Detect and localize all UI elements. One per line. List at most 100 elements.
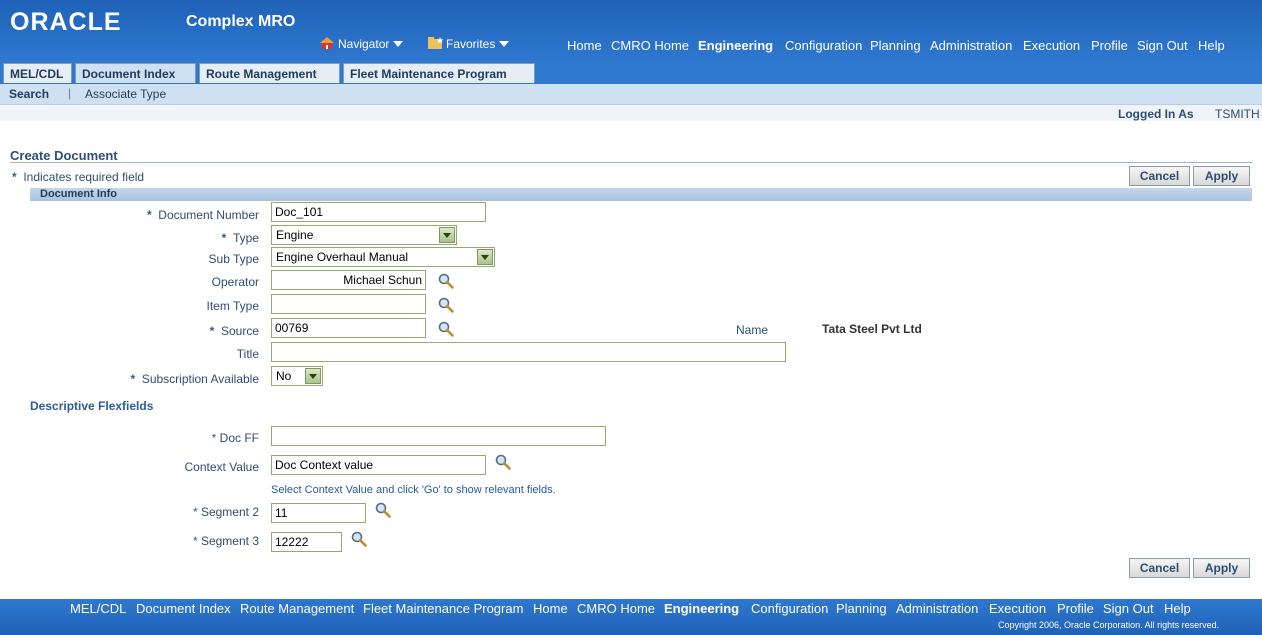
global-link-execution[interactable]: Execution [1023, 38, 1080, 53]
source-label-text: Source [220, 324, 259, 338]
footer-link-planning[interactable]: Planning [836, 601, 887, 616]
favorites-label: Favorites [446, 37, 496, 51]
global-link-sign-out[interactable]: Sign Out [1137, 38, 1188, 53]
search-icon[interactable] [375, 502, 391, 518]
footer-link-route-management[interactable]: Route Management [240, 601, 354, 616]
footer-link-administration[interactable]: Administration [896, 601, 978, 616]
operator-input[interactable]: Michael Schun [271, 270, 426, 290]
cancel-button-bottom[interactable]: Cancel [1129, 558, 1190, 578]
document-number-input[interactable]: Doc_101 [271, 202, 486, 222]
required-star: * [130, 372, 136, 386]
doc-ff-label: * Doc FF [212, 431, 259, 445]
title-input[interactable] [271, 342, 786, 362]
global-link-home[interactable]: Home [567, 38, 602, 53]
search-icon[interactable] [438, 321, 454, 337]
cancel-button-top[interactable]: Cancel [1129, 166, 1190, 186]
sub-type-select[interactable]: Engine Overhaul Manual [271, 247, 495, 267]
footer-link-configuration[interactable]: Configuration [751, 601, 828, 616]
footer-link-engineering[interactable]: Engineering [664, 601, 739, 616]
search-icon[interactable] [438, 273, 454, 289]
segment-3-input[interactable]: 12222 [271, 532, 342, 552]
logged-in-user: TSMITH [1215, 107, 1260, 121]
document-number-label: * Document Number [147, 208, 259, 222]
navigator-label: Navigator [338, 37, 390, 51]
chevron-down-icon [477, 249, 493, 265]
item-type-input[interactable] [271, 294, 426, 314]
global-link-configuration[interactable]: Configuration [785, 38, 862, 53]
footer-link-fleet-maintenance-program[interactable]: Fleet Maintenance Program [363, 601, 523, 616]
required-star: * [209, 324, 215, 338]
chevron-down-icon [393, 41, 404, 47]
required-star: * [146, 208, 152, 222]
navigator-menu[interactable]: Navigator [320, 37, 404, 51]
footer-link-home[interactable]: Home [533, 601, 568, 616]
chevron-down-icon [499, 41, 510, 47]
segment-2-label: * Segment 2 [193, 505, 259, 519]
context-value-input[interactable]: Doc Context value [271, 455, 486, 475]
source-label: * Source [210, 324, 259, 338]
app-name: Complex MRO [186, 13, 296, 30]
segment-2-input[interactable]: 11 [271, 503, 366, 523]
subtab-separator: | [68, 86, 72, 100]
operator-label: Operator [211, 275, 259, 289]
sub-type-label: Sub Type [208, 252, 259, 266]
source-input[interactable]: 00769 [271, 318, 426, 338]
footer-link-cmro-home[interactable]: CMRO Home [577, 601, 655, 616]
item-type-label: Item Type [206, 299, 259, 313]
global-link-cmro-home[interactable]: CMRO Home [611, 38, 689, 53]
document-number-label-text: Document Number [158, 208, 259, 222]
search-icon[interactable] [351, 531, 367, 547]
tab-route-management[interactable]: Route Management [199, 63, 340, 83]
segment-3-label: * Segment 3 [193, 534, 259, 548]
footer-link-execution[interactable]: Execution [989, 601, 1046, 616]
context-value-label: Context Value [184, 460, 260, 474]
required-star: * [211, 431, 217, 445]
apply-button-bottom[interactable]: Apply [1193, 558, 1250, 578]
title-divider [10, 162, 1252, 163]
global-link-administration[interactable]: Administration [930, 38, 1012, 53]
required-note-text: Indicates required field [23, 170, 145, 184]
document-info-header [30, 188, 1252, 201]
tab-document-index[interactable]: Document Index [75, 63, 196, 83]
search-icon[interactable] [438, 297, 454, 313]
home-icon [320, 37, 334, 49]
doc-ff-label-text: Doc FF [219, 431, 259, 445]
chevron-down-icon [305, 368, 321, 384]
search-icon[interactable] [495, 454, 511, 470]
global-link-help[interactable]: Help [1198, 38, 1225, 53]
subtab-associate-type[interactable]: Associate Type [85, 87, 166, 101]
document-info-title: Document Info [40, 188, 117, 200]
tab-fleet-maintenance-program[interactable]: Fleet Maintenance Program [343, 63, 535, 83]
footer-link-help[interactable]: Help [1164, 601, 1191, 616]
footer-link-profile[interactable]: Profile [1057, 601, 1094, 616]
global-link-engineering[interactable]: Engineering [698, 38, 773, 53]
type-select[interactable]: Engine [271, 225, 457, 245]
tab-mel-cdl[interactable]: MEL/CDL [3, 63, 72, 83]
doc-ff-input[interactable] [271, 426, 606, 446]
oracle-logo: ORACLE [10, 8, 122, 36]
segment-2-label-text: Segment 2 [200, 505, 259, 519]
sub-type-select-value: Engine Overhaul Manual [276, 250, 409, 264]
subscription-available-label-text: Subscription Available [141, 372, 259, 386]
required-star: * [221, 231, 227, 245]
subscription-available-label: * Subscription Available [130, 372, 259, 386]
required-star: * [12, 170, 17, 184]
user-info-bar [0, 105, 1262, 121]
context-value-hint: Select Context Value and click 'Go' to s… [271, 484, 556, 496]
subscription-available-select[interactable]: No [271, 366, 323, 386]
apply-button-top[interactable]: Apply [1193, 166, 1250, 186]
source-name-value: Tata Steel Pvt Ltd [822, 322, 922, 336]
global-link-profile[interactable]: Profile [1091, 38, 1128, 53]
favorites-menu[interactable]: Favorites [428, 37, 510, 51]
footer-link-mel-cdl[interactable]: MEL/CDL [70, 601, 126, 616]
required-star: * [192, 505, 198, 519]
type-label-text: Type [232, 231, 259, 245]
footer-link-document-index[interactable]: Document Index [136, 601, 231, 616]
page-title: Create Document [10, 148, 118, 163]
global-link-planning[interactable]: Planning [870, 38, 921, 53]
favorites-folder-icon [428, 37, 444, 49]
chevron-down-icon [439, 227, 455, 243]
segment-3-label-text: Segment 3 [200, 534, 259, 548]
footer-link-sign-out[interactable]: Sign Out [1103, 601, 1154, 616]
subtab-search[interactable]: Search [9, 87, 49, 101]
